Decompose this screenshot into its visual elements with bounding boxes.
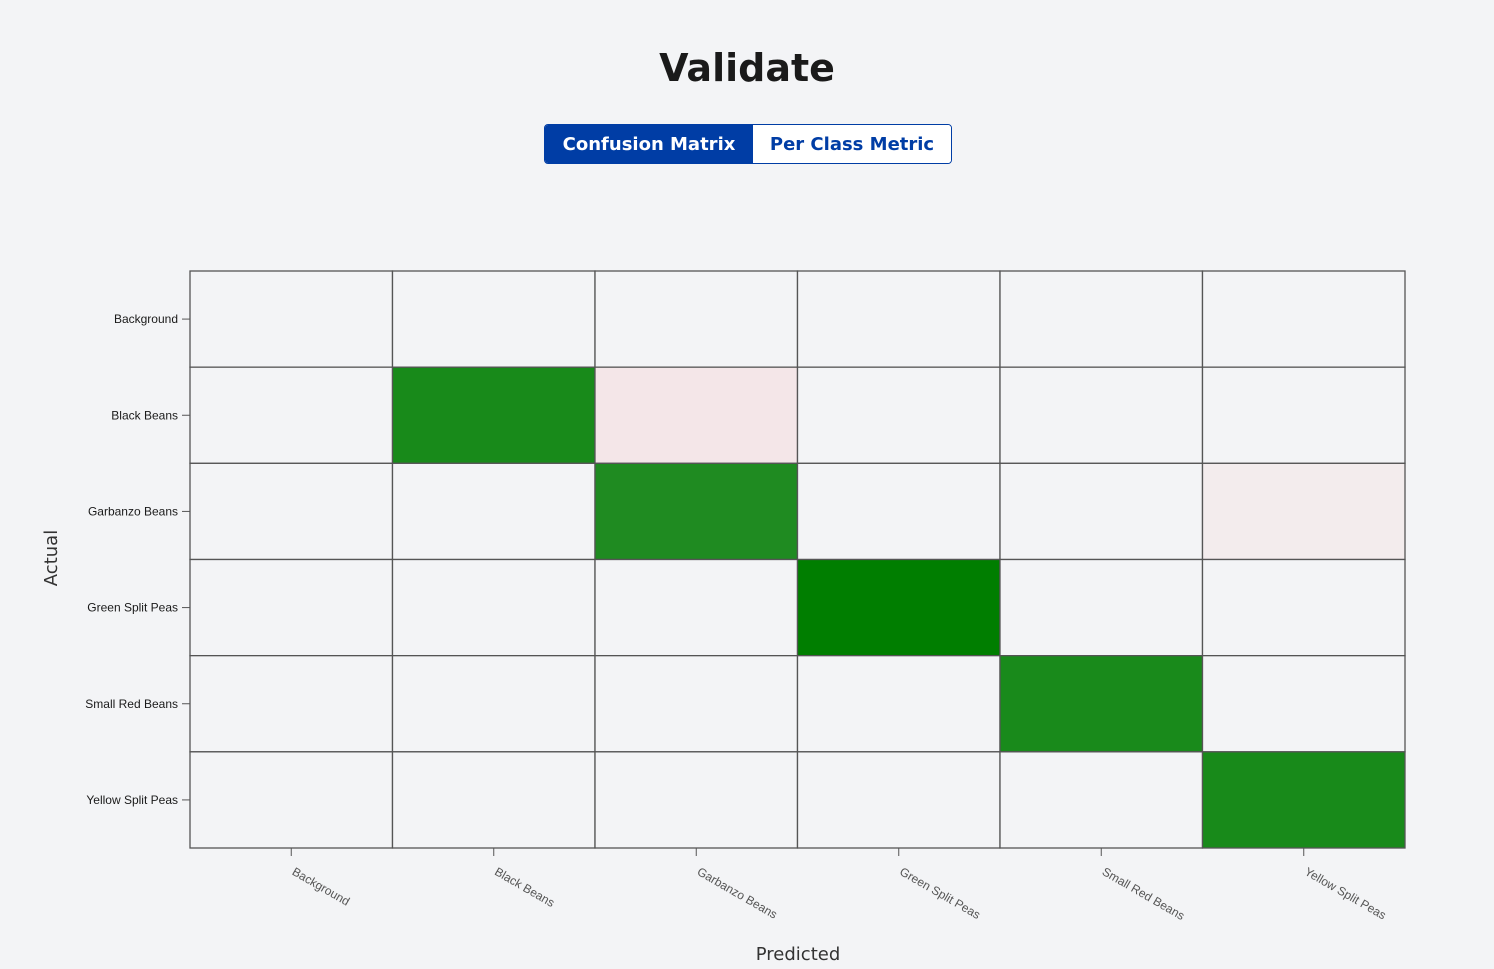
y-tick-label: Green Split Peas xyxy=(87,601,178,615)
matrix-cell xyxy=(1201,366,1406,464)
matrix-cell xyxy=(391,751,596,849)
matrix-cell xyxy=(189,558,394,657)
x-tick-label: Garbanzo Beans xyxy=(695,864,780,921)
x-tick-label: Green Split Peas xyxy=(897,864,983,921)
x-axis-title: Predicted xyxy=(756,944,841,965)
y-axis-title: Actual xyxy=(41,530,62,586)
matrix-cell xyxy=(796,270,1001,368)
matrix-cells xyxy=(189,270,1406,849)
matrix-cell xyxy=(391,558,596,657)
matrix-cell xyxy=(796,366,1001,464)
y-axis-ticks: Background Black Beans Garbanzo Beans Green… xyxy=(85,312,190,807)
matrix-cell xyxy=(999,366,1204,464)
matrix-cell xyxy=(594,751,799,849)
matrix-cell xyxy=(189,751,394,849)
x-tick-label: Small Red Beans xyxy=(1100,864,1187,922)
matrix-cell xyxy=(594,366,799,464)
matrix-cell xyxy=(999,270,1204,368)
matrix-cell xyxy=(391,270,596,368)
matrix-cell xyxy=(796,558,1001,657)
x-tick-label: Black Beans xyxy=(492,864,557,909)
matrix-cell xyxy=(189,270,394,368)
x-tick-label: Yellow Split Peas xyxy=(1302,864,1388,922)
y-tick-label: Black Beans xyxy=(111,408,178,422)
matrix-cell xyxy=(594,655,799,753)
matrix-cell xyxy=(391,655,596,753)
confusion-matrix-chart: Background Black Beans Garbanzo Beans Green… xyxy=(41,270,1406,965)
y-tick-label: Yellow Split Peas xyxy=(86,793,178,807)
y-tick-label: Background xyxy=(114,312,178,326)
matrix-cell xyxy=(391,462,596,561)
matrix-cell xyxy=(1201,558,1406,657)
matrix-cell xyxy=(594,270,799,368)
y-tick-label: Garbanzo Beans xyxy=(88,504,178,518)
y-tick-label: Small Red Beans xyxy=(85,697,178,711)
matrix-cell xyxy=(1201,462,1406,561)
x-axis-ticks: Background Black Beans Garbanzo Beans Green… xyxy=(290,848,1389,923)
matrix-cell xyxy=(189,462,394,561)
matrix-cell xyxy=(796,462,1001,561)
matrix-cell xyxy=(189,655,394,753)
x-tick-label: Background xyxy=(290,864,352,908)
matrix-cell xyxy=(1201,655,1406,753)
matrix-cell xyxy=(594,462,799,561)
matrix-cell xyxy=(1201,751,1406,849)
matrix-cell xyxy=(999,751,1204,849)
matrix-cell xyxy=(1201,270,1406,368)
matrix-cell xyxy=(999,558,1204,657)
matrix-cell xyxy=(594,558,799,657)
matrix-cell xyxy=(999,462,1204,561)
matrix-cell xyxy=(391,366,596,464)
matrix-cell xyxy=(189,366,394,464)
matrix-cell xyxy=(796,751,1001,849)
matrix-cell xyxy=(999,655,1204,753)
matrix-cell xyxy=(796,655,1001,753)
